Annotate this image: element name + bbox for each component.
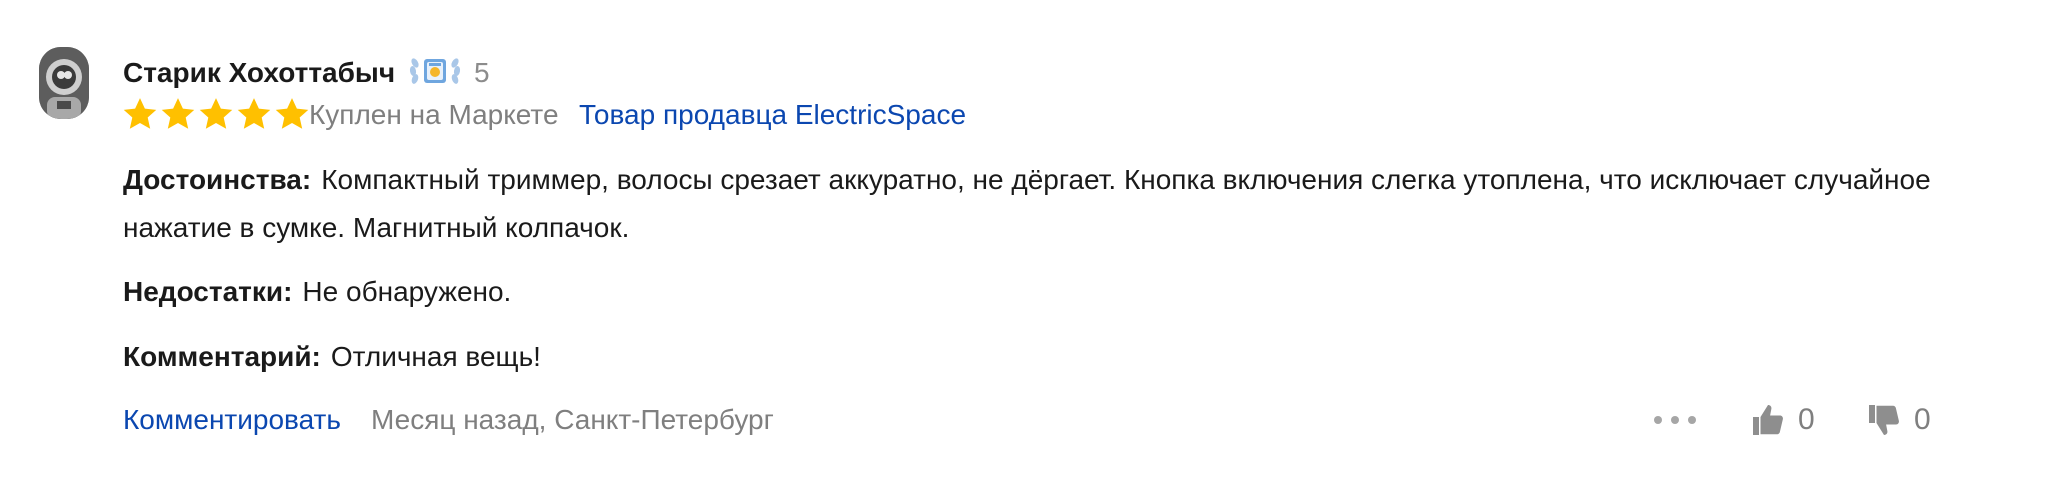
pros-section: Достоинства: Компактный триммер, волосы с… [123,156,1993,252]
rank-badge-icon [405,51,465,91]
author-avatar[interactable] [39,47,89,119]
astronaut-avatar-icon [39,47,89,119]
seller-link[interactable]: Товар продавца ElectricSpace [579,95,966,135]
star-icon [199,98,233,129]
comment-button[interactable]: Комментировать [123,400,341,440]
pros-text: Компактный триммер, волосы срезает аккур… [123,164,1931,243]
review-date-location: Месяц назад, Санкт-Петербург [371,404,774,435]
comment-section: Комментарий: Отличная вещь! [123,333,1993,381]
pros-label: Достоинства: [123,164,312,195]
dislike-button[interactable]: 0 [1866,398,1931,442]
star-icon [237,98,271,129]
comment-label: Комментарий: [123,341,321,372]
rating-stars [122,97,310,131]
dislike-count: 0 [1914,403,1931,436]
author-name[interactable]: Старик Хохоттабыч [123,53,395,93]
purchase-status: Куплен на Маркете [309,99,559,130]
like-count: 0 [1798,403,1815,436]
star-icon [161,98,195,129]
star-icon [275,98,309,129]
more-options-button[interactable] [1652,404,1698,436]
cons-text: Не обнаружено. [302,276,512,307]
like-button[interactable]: 0 [1750,398,1815,442]
more-dots-icon [1654,416,1696,424]
rank-count: 5 [474,57,490,88]
thumbs-down-icon [1869,405,1899,435]
comment-text: Отличная вещь! [330,341,541,372]
star-icon [123,98,157,129]
thumbs-up-icon [1753,405,1783,435]
cons-section: Недостатки: Не обнаружено. [123,268,1993,316]
review-card: Старик Хохоттабыч 5 Куплен на Маркете То… [0,0,2050,502]
cons-label: Недостатки: [123,276,293,307]
